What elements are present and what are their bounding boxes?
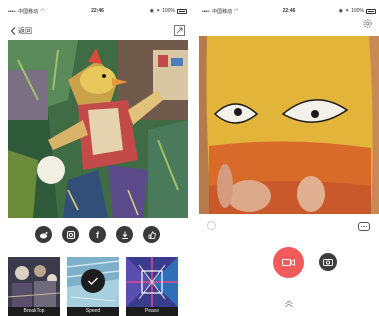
download-button[interactable] <box>116 226 133 243</box>
alarm-icon: ◉ <box>149 8 154 14</box>
right-phone-screen: ••••◦ 中国移动 ◠ 22:46 ◉ ✶ 100% <box>199 0 379 316</box>
battery-percent: 100% <box>162 8 175 14</box>
chevron-left-icon <box>10 27 16 35</box>
share-button[interactable] <box>174 24 185 38</box>
filter-option-breaktop[interactable]: BreakTop <box>8 257 60 316</box>
carrier-signal: ••••◦ 中国移动 ◠ <box>202 8 239 15</box>
alarm-icon: ◉ <box>338 8 343 14</box>
filter-label: BreakTop <box>8 307 60 316</box>
filter-label: Speed <box>67 307 119 316</box>
left-phone-screen: ••••◦ 中国移动 ◠ 22:46 ◉ ✶ 100% 返回 f BreakTo… <box>4 0 191 316</box>
instagram-icon <box>66 230 75 239</box>
status-right: ◉ ✶ 100% <box>150 8 187 14</box>
status-bar: ••••◦ 中国移动 ◠ 22:46 ◉ ✶ 100% <box>4 0 191 22</box>
bluetooth-icon: ✶ <box>345 8 350 14</box>
like-icon <box>148 230 156 239</box>
filter-thumbnail <box>8 257 60 307</box>
share-icon <box>174 24 185 36</box>
status-time: 22:46 <box>91 8 104 14</box>
battery-icon <box>366 8 376 14</box>
download-icon <box>121 231 128 239</box>
screenshot-stage: ••••◦ 中国移动 ◠ 22:46 ◉ ✶ 100% 返回 f BreakTo… <box>0 0 379 316</box>
status-time: 22:46 <box>282 8 296 14</box>
wifi-icon: ◠ <box>234 8 239 14</box>
battery-icon <box>177 8 187 14</box>
dot-icon <box>363 225 365 228</box>
camera-preview <box>199 36 379 214</box>
gear-icon[interactable] <box>362 18 373 29</box>
video-camera-icon <box>282 259 295 266</box>
back-label: 返回 <box>18 28 32 35</box>
back-button[interactable]: 返回 <box>10 26 32 36</box>
instagram-share-button[interactable] <box>62 226 79 243</box>
chevron-up-icon[interactable] <box>284 299 294 309</box>
selected-check <box>81 269 105 293</box>
record-video-button[interactable] <box>273 247 304 278</box>
weibo-icon <box>39 231 47 238</box>
nav-bar: 返回 <box>4 22 191 40</box>
weibo-share-button[interactable] <box>35 226 52 243</box>
dot-icon <box>365 225 368 228</box>
filter-option-peace[interactable]: Peace <box>126 257 178 316</box>
bluetooth-icon: ✶ <box>156 8 161 14</box>
like-button[interactable] <box>143 226 160 243</box>
filter-option-speed[interactable]: Speed <box>67 257 119 316</box>
filter-thumbnail <box>126 257 178 307</box>
filter-label: Peace <box>126 307 178 316</box>
carrier-signal: ••••◦ 中国移动 ◠ <box>8 8 45 15</box>
wifi-icon: ◠ <box>40 8 45 14</box>
filter-strip: BreakTop Speed Peace <box>8 257 191 316</box>
share-actions-row: f <box>4 226 191 244</box>
facebook-icon: f <box>96 229 99 240</box>
carrier-label: ••••◦ 中国移动 <box>202 8 233 15</box>
status-right: ◉ ✶ 100% <box>339 8 376 14</box>
checkmark-icon <box>88 277 98 285</box>
status-bar: ••••◦ 中国移动 ◠ 22:46 ◉ ✶ 100% <box>199 0 379 22</box>
more-options-button[interactable] <box>358 222 370 231</box>
battery-percent: 100% <box>351 8 364 14</box>
dot-icon <box>360 225 363 228</box>
take-photo-button[interactable] <box>319 253 337 271</box>
camera-icon <box>323 259 333 266</box>
flash-toggle-icon[interactable] <box>207 221 216 230</box>
facebook-share-button[interactable]: f <box>89 226 106 243</box>
carrier-label: ••••◦ 中国移动 <box>8 8 39 15</box>
stylized-artwork-image <box>8 40 188 218</box>
